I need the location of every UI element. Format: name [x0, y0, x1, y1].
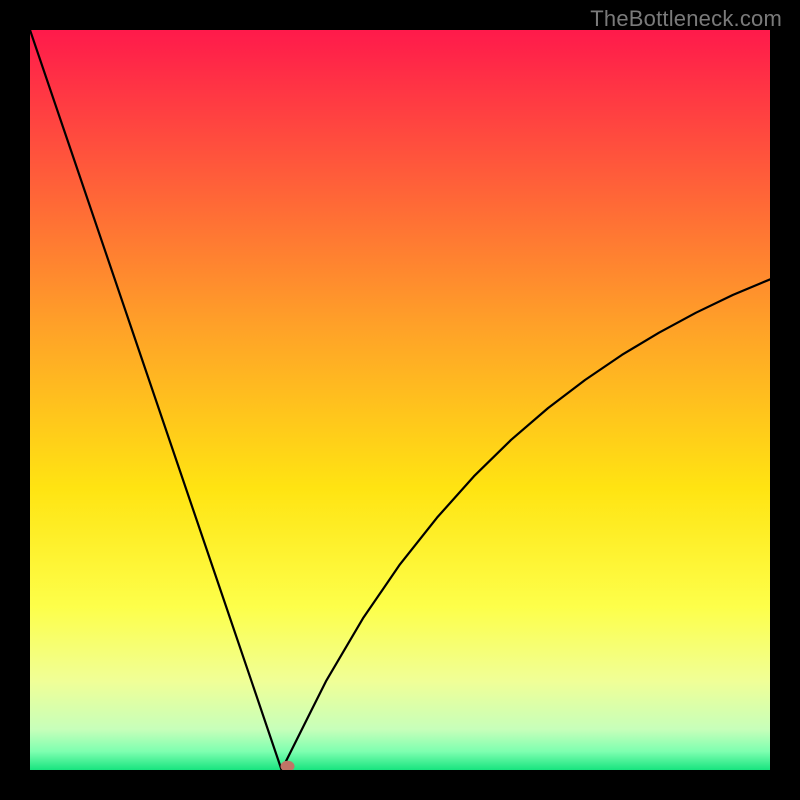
chart-background: [30, 30, 770, 770]
bottleneck-chart: [30, 30, 770, 770]
watermark-text: TheBottleneck.com: [590, 6, 782, 32]
